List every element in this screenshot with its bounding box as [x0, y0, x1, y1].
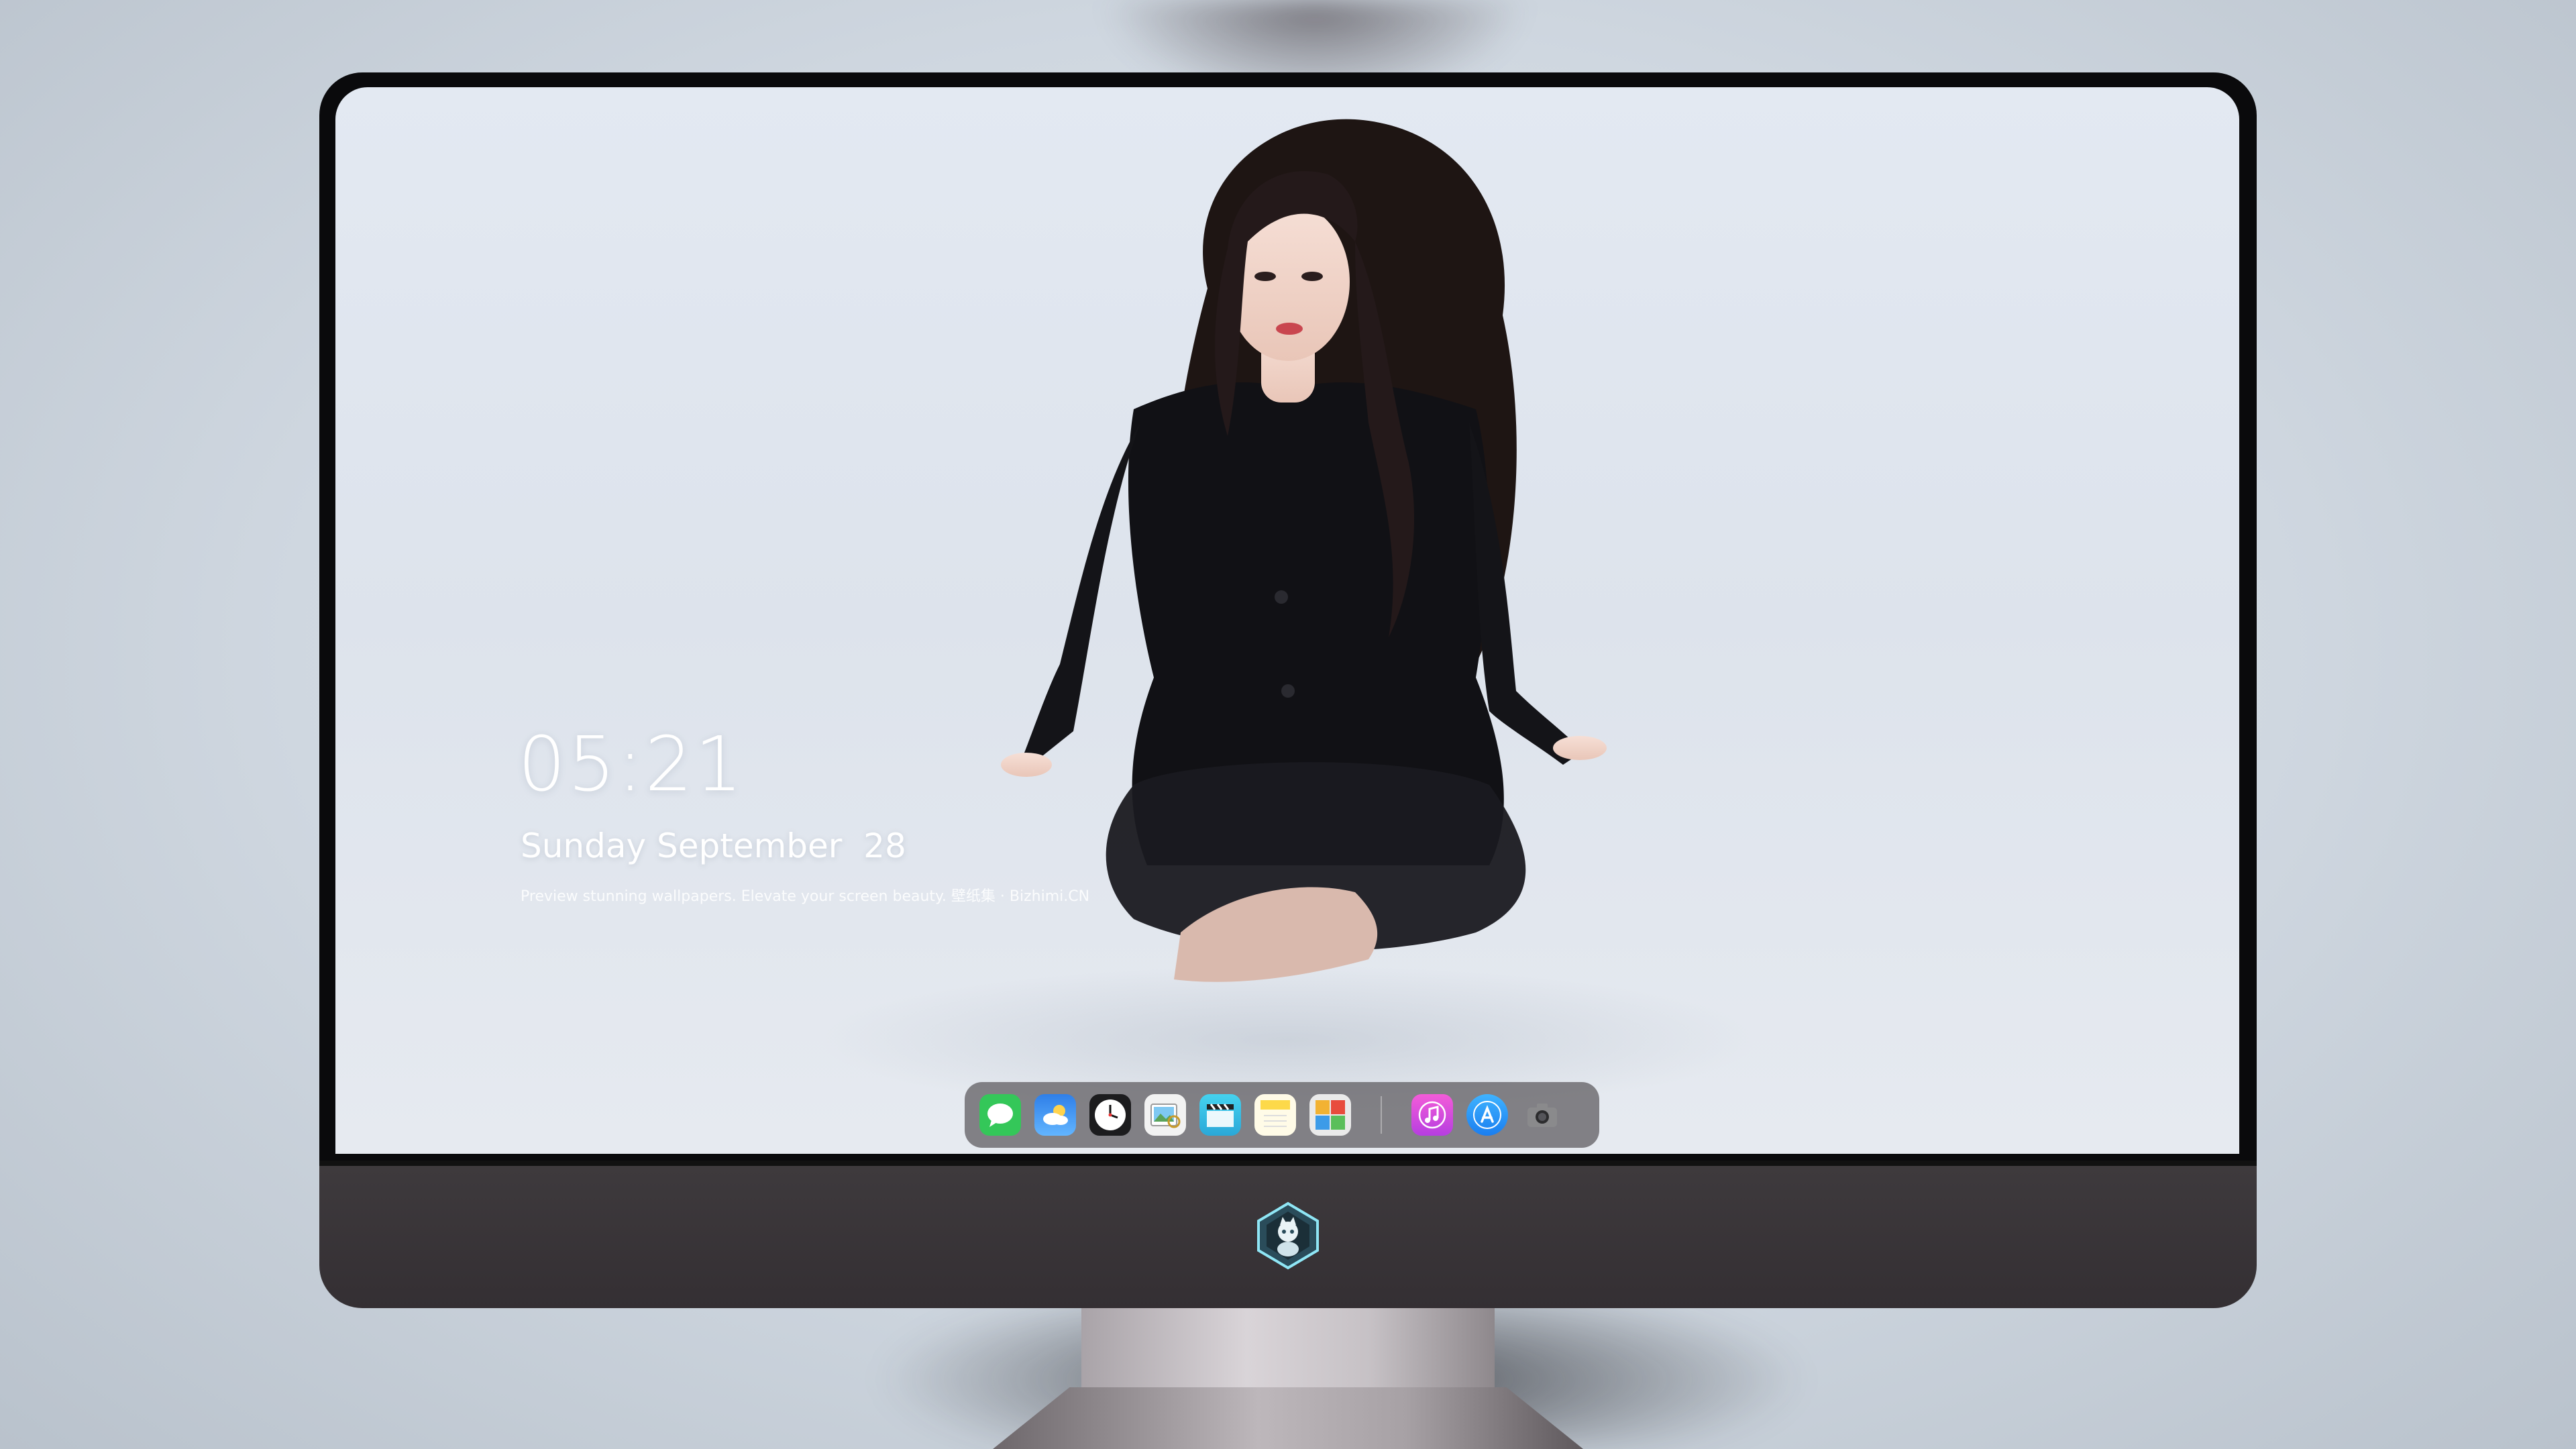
preview-icon[interactable] [1144, 1094, 1186, 1136]
brand-logo-icon [1253, 1201, 1323, 1271]
app-store-icon[interactable] [1466, 1094, 1508, 1136]
wallpaper-image [818, 119, 1758, 1114]
wallpaper-tagline: Preview stunning wallpapers. Elevate you… [521, 888, 1090, 905]
weather-icon[interactable] [1034, 1094, 1076, 1136]
claquette-icon[interactable] [1199, 1094, 1241, 1136]
notes-icon[interactable] [1254, 1094, 1296, 1136]
camera-icon[interactable] [1521, 1094, 1563, 1136]
monitor-stand-base [993, 1387, 1583, 1449]
clock-icon[interactable] [1089, 1094, 1131, 1136]
desktop-screen: 05:21 Sunday September 28 Preview stunni… [335, 87, 2239, 1154]
photo-booth-icon[interactable] [1309, 1094, 1351, 1136]
lock-clock-time: 05:21 [518, 721, 745, 808]
dock [965, 1082, 1599, 1148]
monitor-stand-neck [1081, 1308, 1495, 1389]
messages-icon[interactable] [979, 1094, 1021, 1136]
dock-separator [1381, 1096, 1382, 1134]
lock-clock-date: Sunday September 28 [521, 826, 906, 865]
itunes-icon[interactable] [1411, 1094, 1453, 1136]
